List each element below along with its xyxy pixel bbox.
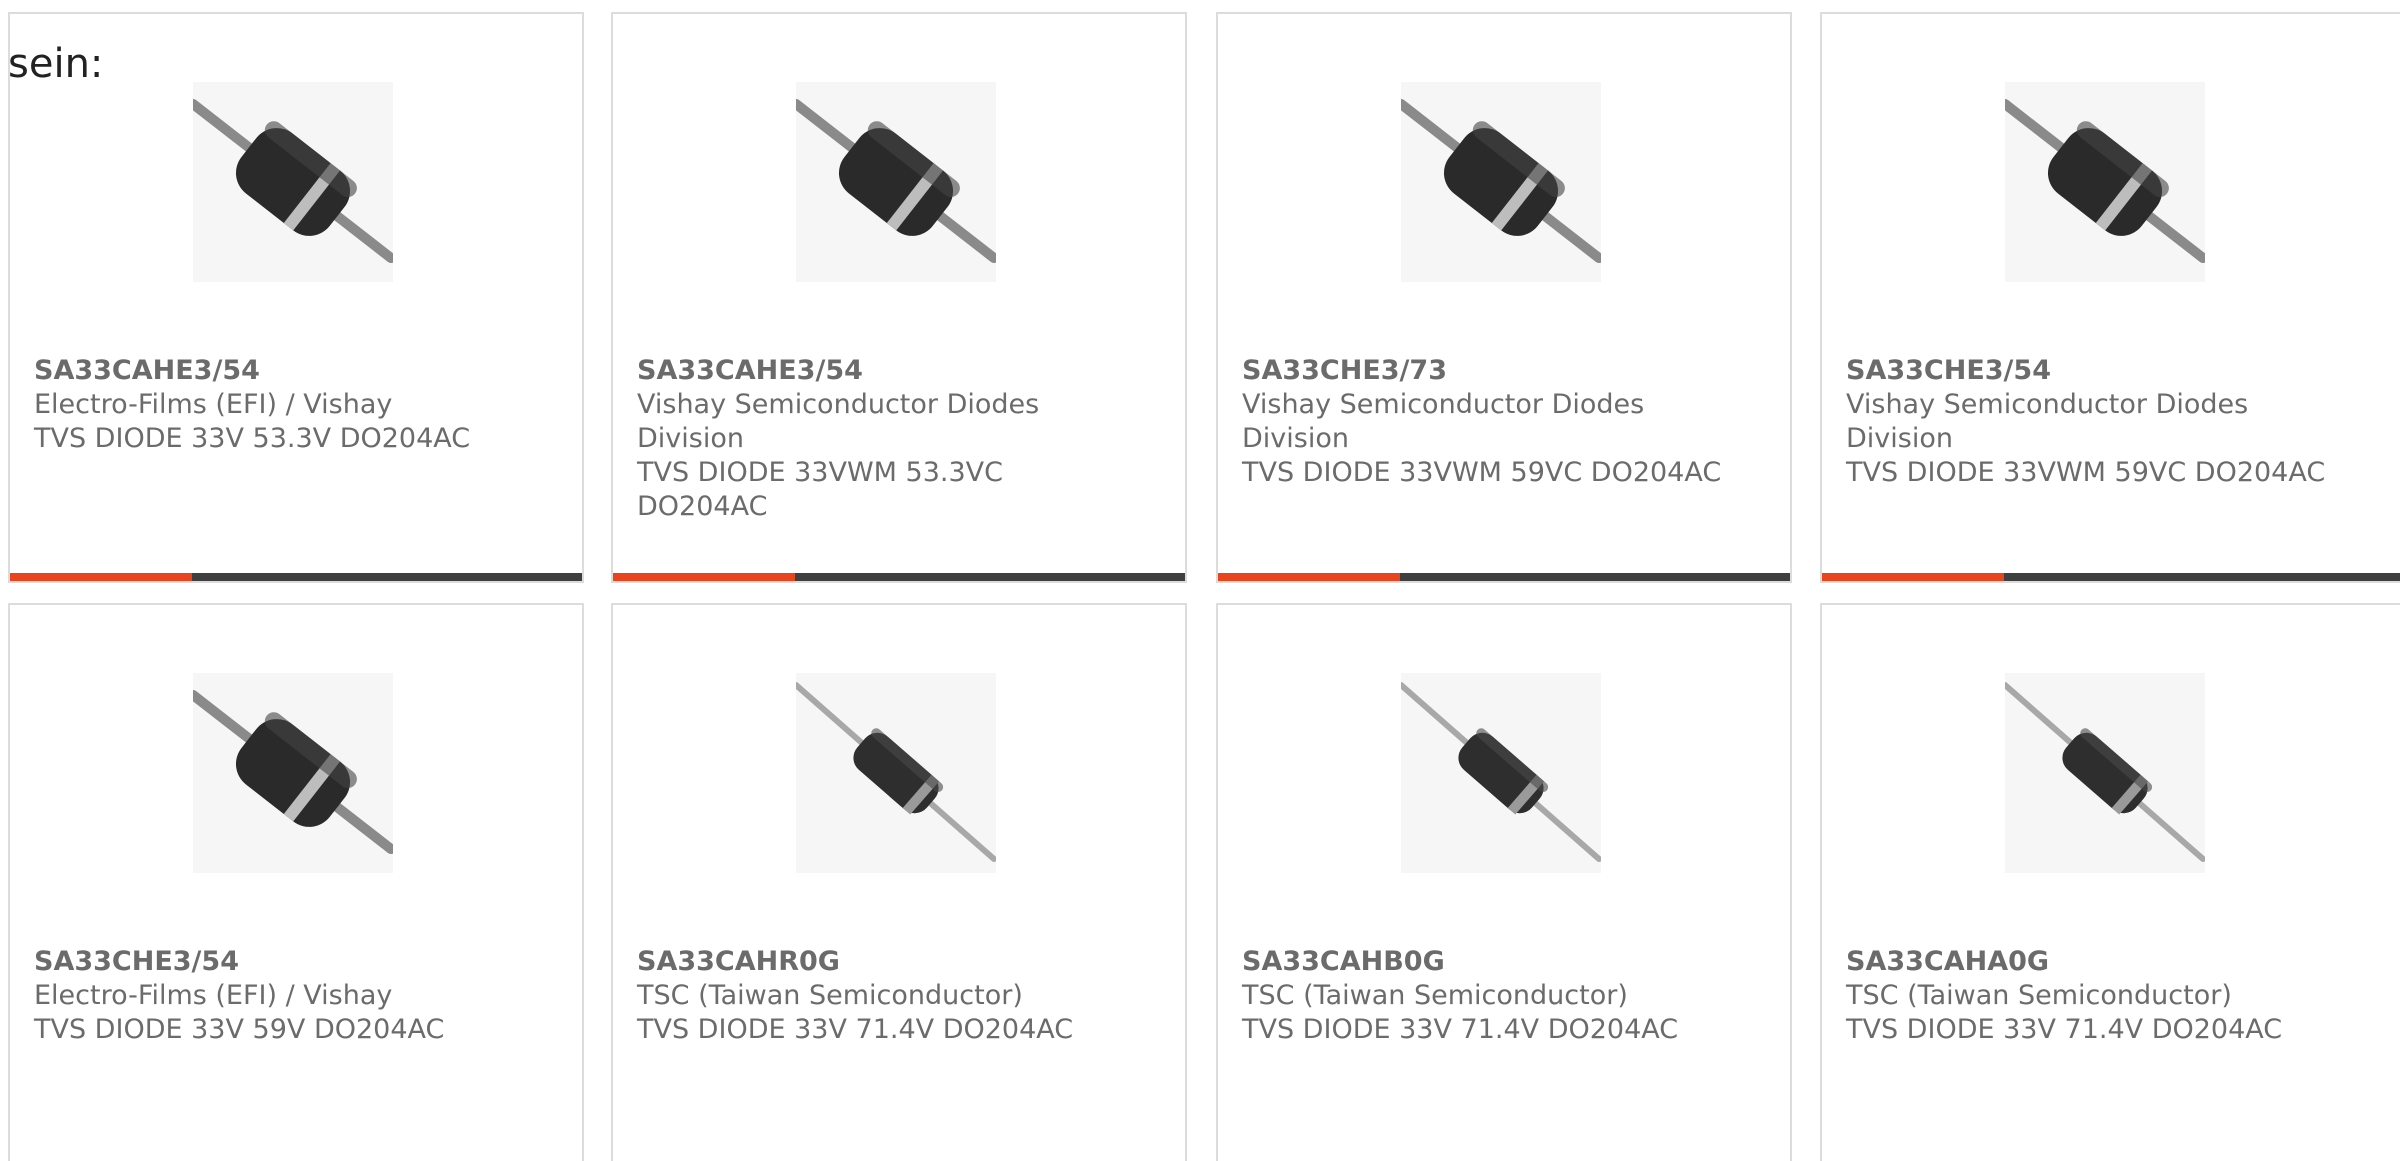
product-info: SA33CHE3/54 Vishay Semiconductor Diodes … [1846, 354, 2346, 490]
product-info: SA33CAHE3/54 Vishay Semiconductor Diodes… [637, 354, 1137, 524]
product-info: SA33CAHA0G TSC (Taiwan Semiconductor) TV… [1846, 945, 2346, 1047]
diode-slim-icon [796, 673, 996, 873]
card-accent-bar [613, 573, 795, 581]
part-number-link[interactable]: SA33CHE3/73 [1242, 354, 1742, 388]
manufacturer: TSC (Taiwan Semiconductor) [1242, 980, 1628, 1011]
description: TVS DIODE 33VWM 53.3VC DO204AC [637, 457, 1003, 522]
part-number-link[interactable]: SA33CAHE3/54 [34, 354, 534, 388]
product-info: SA33CAHB0G TSC (Taiwan Semiconductor) TV… [1242, 945, 1742, 1047]
manufacturer: Electro-Films (EFI) / Vishay [34, 389, 393, 420]
diode-large-icon [2005, 82, 2205, 282]
intro-text: sein: [8, 41, 104, 87]
diode-large-icon [1401, 82, 1601, 282]
part-number-link[interactable]: SA33CHE3/54 [1846, 354, 2346, 388]
description: TVS DIODE 33V 53.3V DO204AC [34, 423, 471, 454]
diode-large-icon [193, 673, 393, 873]
manufacturer: Vishay Semiconductor Diodes Division [1242, 389, 1645, 454]
product-grid-page: sein: SA33CAHE3/54 Electro-Films (EFI) /… [0, 0, 2400, 1161]
card-bottom-bar [1822, 573, 2400, 581]
product-info: SA33CHE3/73 Vishay Semiconductor Diodes … [1242, 354, 1742, 490]
product-card[interactable]: SA33CAHE3/54 Electro-Films (EFI) / Visha… [8, 12, 584, 583]
product-info: SA33CAHR0G TSC (Taiwan Semiconductor) TV… [637, 945, 1137, 1047]
product-card[interactable]: SA33CAHR0G TSC (Taiwan Semiconductor) TV… [611, 603, 1187, 1161]
product-card[interactable]: SA33CAHE3/54 Vishay Semiconductor Diodes… [611, 12, 1187, 583]
description: TVS DIODE 33VWM 59VC DO204AC [1242, 457, 1722, 488]
part-number-link[interactable]: SA33CAHB0G [1242, 945, 1742, 979]
card-bottom-bar [10, 573, 582, 581]
description: TVS DIODE 33V 71.4V DO204AC [1242, 1014, 1679, 1045]
manufacturer: Vishay Semiconductor Diodes Division [1846, 389, 2249, 454]
product-card[interactable]: SA33CAHB0G TSC (Taiwan Semiconductor) TV… [1216, 603, 1792, 1161]
part-number-link[interactable]: SA33CHE3/54 [34, 945, 534, 979]
card-accent-bar [10, 573, 192, 581]
diode-large-icon [193, 82, 393, 282]
card-accent-bar [1218, 573, 1400, 581]
product-grid: SA33CAHE3/54 Electro-Films (EFI) / Visha… [8, 12, 2400, 1161]
card-bottom-bar [1218, 573, 1790, 581]
manufacturer: Electro-Films (EFI) / Vishay [34, 980, 393, 1011]
description: TVS DIODE 33V 59V DO204AC [34, 1014, 445, 1045]
description: TVS DIODE 33VWM 59VC DO204AC [1846, 457, 2326, 488]
diode-slim-icon [2005, 673, 2205, 873]
diode-large-icon [796, 82, 996, 282]
product-info: SA33CHE3/54 Electro-Films (EFI) / Vishay… [34, 945, 534, 1047]
manufacturer: TSC (Taiwan Semiconductor) [637, 980, 1023, 1011]
part-number-link[interactable]: SA33CAHR0G [637, 945, 1137, 979]
card-accent-bar [1822, 573, 2004, 581]
manufacturer: Vishay Semiconductor Diodes Division [637, 389, 1040, 454]
manufacturer: TSC (Taiwan Semiconductor) [1846, 980, 2232, 1011]
card-bottom-bar [613, 573, 1185, 581]
product-card[interactable]: SA33CAHA0G TSC (Taiwan Semiconductor) TV… [1820, 603, 2400, 1161]
product-info: SA33CAHE3/54 Electro-Films (EFI) / Visha… [34, 354, 534, 456]
product-card[interactable]: SA33CHE3/54 Electro-Films (EFI) / Vishay… [8, 603, 584, 1161]
description: TVS DIODE 33V 71.4V DO204AC [1846, 1014, 2283, 1045]
part-number-link[interactable]: SA33CAHE3/54 [637, 354, 1137, 388]
product-card[interactable]: SA33CHE3/54 Vishay Semiconductor Diodes … [1820, 12, 2400, 583]
diode-slim-icon [1401, 673, 1601, 873]
product-card[interactable]: SA33CHE3/73 Vishay Semiconductor Diodes … [1216, 12, 1792, 583]
part-number-link[interactable]: SA33CAHA0G [1846, 945, 2346, 979]
description: TVS DIODE 33V 71.4V DO204AC [637, 1014, 1074, 1045]
